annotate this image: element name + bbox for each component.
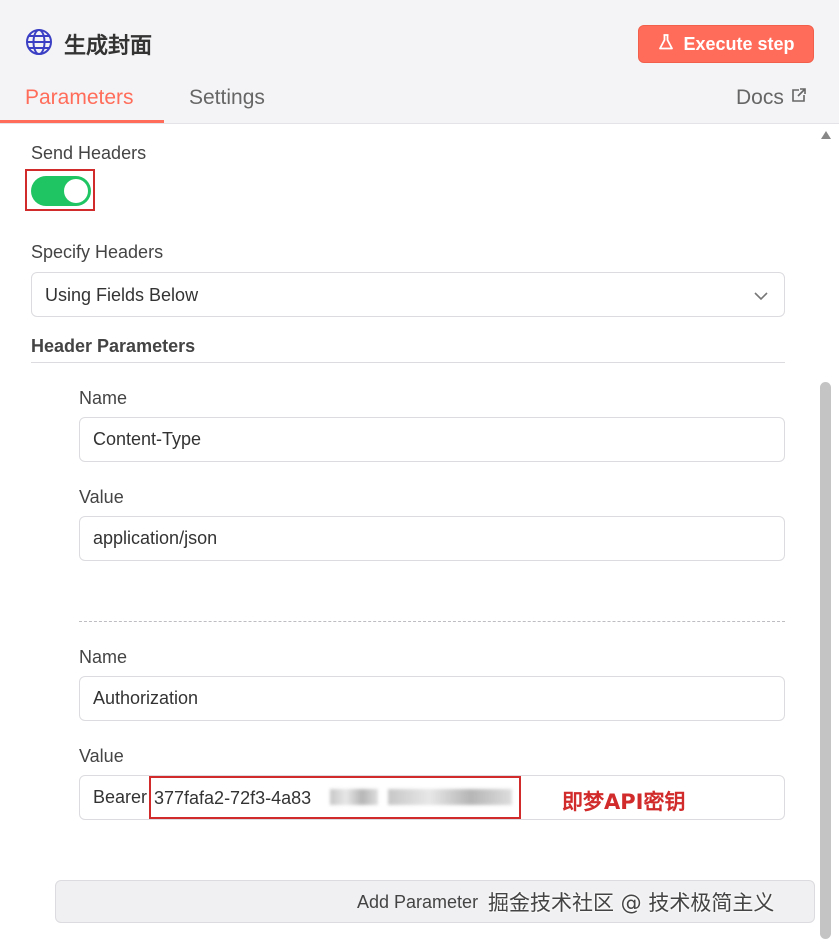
send-headers-toggle[interactable] — [31, 176, 91, 206]
param-2-name-input[interactable]: Authorization — [79, 676, 785, 721]
param-1-name-label: Name — [79, 388, 128, 408]
param-1-value-input[interactable]: application/json — [79, 516, 785, 561]
watermark: 掘金技术社区 @ 技术极简主义 — [488, 891, 775, 915]
token-highlight-box — [149, 776, 521, 819]
specify-headers-select[interactable]: Using Fields Below — [31, 272, 785, 317]
flask-icon — [657, 33, 675, 56]
header-parameters-title: Header Parameters — [31, 336, 196, 356]
tab-parameters[interactable]: Parameters — [25, 86, 134, 110]
parameter-separator — [79, 621, 785, 622]
section-divider — [31, 362, 785, 363]
send-headers-label: Send Headers — [31, 143, 147, 163]
globe-icon — [25, 28, 53, 56]
specify-headers-label: Specify Headers — [31, 242, 164, 262]
specify-headers-value: Using Fields Below — [45, 285, 199, 305]
param-2-name-label: Name — [79, 647, 128, 667]
param-2-value-label: Value — [79, 746, 124, 766]
docs-link[interactable]: Docs — [736, 86, 807, 110]
external-link-icon — [790, 86, 807, 110]
chevron-down-icon — [752, 287, 770, 305]
active-tab-indicator — [0, 120, 164, 123]
toggle-knob — [64, 179, 88, 203]
tab-settings[interactable]: Settings — [189, 86, 265, 110]
bearer-prefix: Bearer — [93, 787, 148, 807]
execute-step-button[interactable]: Execute step — [638, 25, 814, 63]
add-parameter-label: Add Parameter — [357, 892, 479, 912]
panel-header: 生成封面 Execute step Parameters Settings Do… — [0, 0, 839, 124]
scrollbar-thumb[interactable] — [820, 382, 831, 939]
node-title: 生成封面 — [64, 34, 153, 59]
param-1-name-input[interactable]: Content-Type — [79, 417, 785, 462]
api-key-annotation: 即梦API密钥 — [562, 790, 686, 814]
node-parameters-panel: 生成封面 Execute step Parameters Settings Do… — [0, 0, 839, 939]
execute-step-label: Execute step — [683, 33, 795, 54]
scroll-up-arrow-icon[interactable] — [821, 131, 831, 139]
param-1-value-label: Value — [79, 487, 124, 507]
docs-label: Docs — [736, 86, 784, 109]
